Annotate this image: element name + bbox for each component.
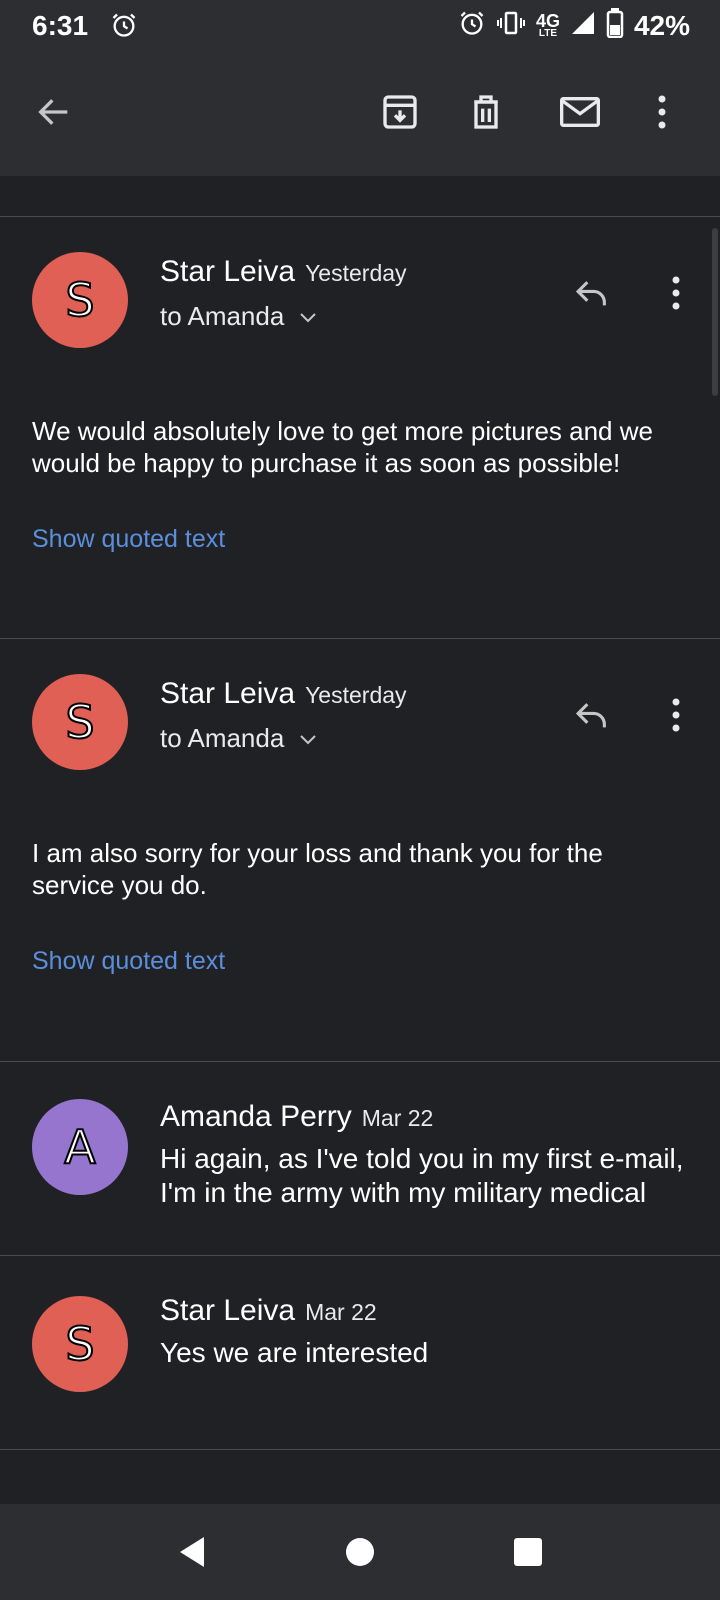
vibrate-icon (496, 9, 526, 42)
recipient-toggle[interactable]: to Amanda (160, 301, 318, 332)
system-nav-bar (0, 1504, 720, 1600)
alarm-icon (110, 11, 138, 44)
sender-name: Star Leiva (160, 677, 296, 710)
avatar[interactable]: S (32, 1296, 128, 1392)
message-date: Yesterday (305, 682, 407, 708)
chevron-down-icon (298, 301, 318, 332)
top-app-bar (0, 52, 720, 176)
avatar[interactable]: A (32, 1099, 128, 1195)
battery-icon (606, 8, 624, 43)
collapsed-message[interactable]: S Star Leiva Mar 22 Yes we are interested (0, 1256, 720, 1449)
recents-square-icon[interactable] (504, 1528, 552, 1576)
more-vert-icon[interactable] (652, 691, 700, 739)
message-date: Mar 22 (305, 1299, 377, 1325)
avatar[interactable]: S (32, 252, 128, 348)
battery-percent: 42% (633, 9, 690, 41)
message-card[interactable]: S Star Leiva Yesterday to Amanda I am als… (0, 639, 720, 1061)
delete-icon[interactable] (462, 88, 510, 136)
message-date: Yesterday (305, 260, 407, 286)
sender-name: Star Leiva (160, 1294, 296, 1327)
message-card[interactable]: S Star Leiva Yesterday to Amanda We would… (0, 217, 720, 638)
conversation-thread[interactable]: S Star Leiva Yesterday to Amanda We would… (0, 176, 720, 1504)
reply-icon[interactable] (568, 269, 616, 317)
sender-line: Amanda Perry Mar 22 (160, 1100, 433, 1134)
sender-line: Star Leiva Yesterday (160, 255, 407, 289)
home-circle-icon[interactable] (336, 1528, 384, 1576)
archive-icon[interactable] (376, 88, 424, 136)
alarm-icon (458, 9, 486, 42)
recipient-toggle[interactable]: to Amanda (160, 723, 318, 754)
recipient-label: to Amanda (160, 723, 285, 753)
status-time: 6:31 (32, 10, 89, 41)
sender-name: Star Leiva (160, 255, 296, 288)
recipient-label: to Amanda (160, 301, 285, 331)
sender-line: Star Leiva Yesterday (160, 677, 407, 711)
back-arrow-icon[interactable] (30, 88, 78, 136)
sender-line: Star Leiva Mar 22 (160, 1294, 377, 1328)
message-snippet: Yes we are interested (160, 1337, 429, 1368)
message-date: Mar 22 (361, 1105, 434, 1131)
show-quoted-text-link[interactable]: Show quoted text (32, 525, 225, 554)
sender-name: Amanda Perry (160, 1100, 352, 1133)
back-triangle-icon[interactable] (168, 1528, 216, 1576)
mark-unread-icon[interactable] (556, 88, 604, 136)
message-body: I am also sorry for your loss and thank … (32, 838, 603, 900)
more-vert-icon[interactable] (652, 269, 700, 317)
signal-icon (570, 10, 596, 41)
avatar[interactable]: S (32, 674, 128, 770)
status-indicators: 4G LTE 42% (458, 8, 690, 43)
message-snippet: Hi again, as I've told you in my first e… (160, 1143, 684, 1208)
network-type: 4G LTE (535, 10, 560, 39)
chevron-down-icon (298, 723, 318, 754)
more-vert-icon[interactable] (638, 88, 686, 136)
reply-icon[interactable] (568, 691, 616, 739)
message-body: We would absolutely love to get more pic… (32, 416, 653, 478)
collapsed-message[interactable]: A Amanda Perry Mar 22 Hi again, as I've t… (0, 1062, 720, 1255)
divider (0, 1449, 720, 1450)
status-bar: 6:31 4G LTE 42% (0, 0, 720, 52)
show-quoted-text-link[interactable]: Show quoted text (32, 947, 225, 976)
